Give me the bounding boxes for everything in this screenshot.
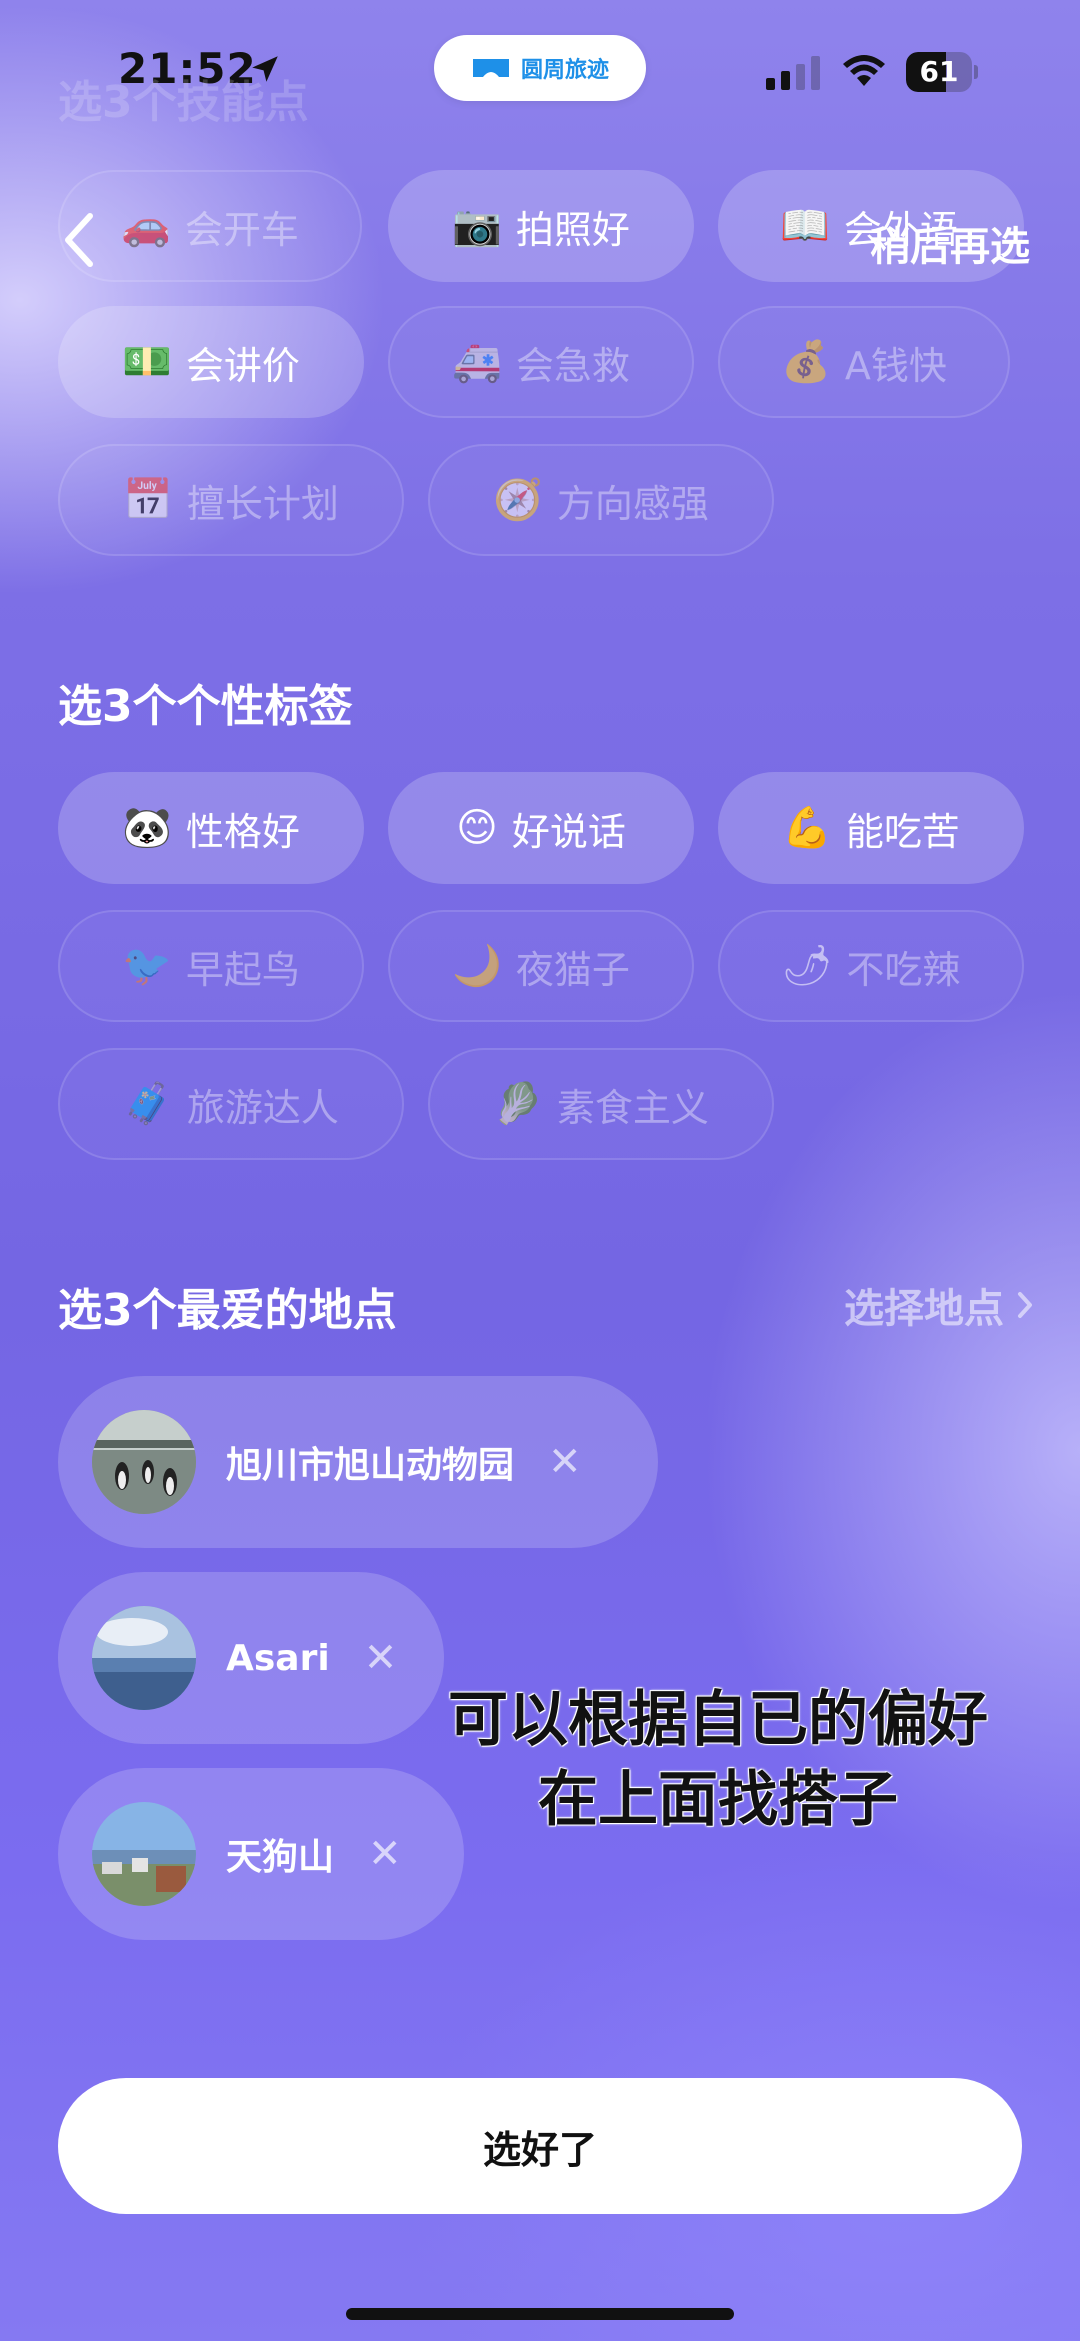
skill-chip-direction[interactable]: 🧭 方向感强 [428,444,774,556]
place-thumbnail [92,1802,196,1906]
tag-label: 能吃苦 [845,809,960,854]
tag-label: 素食主义 [556,1085,709,1130]
car-icon: 🚗 [121,203,171,249]
remove-place-icon[interactable]: ✕ [368,1831,402,1877]
moon-icon: 🌙 [452,943,502,989]
skills-section-title: 选3个技能点 [58,77,309,128]
muscle-icon: 💪 [782,805,832,851]
place-thumbnail [92,1606,196,1710]
skill-label: 会讲价 [185,343,300,388]
skill-chip-first-aid[interactable]: 🚑 会急救 [388,306,694,418]
tag-label: 旅游达人 [186,1085,339,1130]
tag-chip-early-bird[interactable]: 🐦 早起鸟 [58,910,364,1022]
chevron-right-icon [1018,1292,1032,1318]
skill-label: 拍照好 [515,207,630,252]
chili-icon: 🌶 [781,943,833,989]
ambulance-icon: 🚑 [452,339,502,385]
overlay-caption-line2: 在上面找搭子 [538,1765,898,1835]
tag-label: 性格好 [185,809,300,854]
remove-place-icon[interactable]: ✕ [364,1635,398,1681]
skill-label: 会急救 [515,343,630,388]
skill-chip-photo[interactable]: 📷 拍照好 [388,170,694,282]
panda-icon: 🐼 [122,805,172,851]
home-indicator[interactable] [346,2308,734,2320]
skip-later-button[interactable]: 稍后再选 [870,214,1030,272]
overlay-caption-line1: 可以根据自已的偏好 [448,1685,988,1755]
bird-icon: 🐦 [122,943,172,989]
brand-name: 圆周旅迹 [520,58,609,83]
skill-chip-split-bill[interactable]: 💰 A钱快 [718,306,1010,418]
skill-label: A钱快 [844,343,947,388]
skill-label: 方向感强 [556,481,709,526]
wifi-icon [843,55,885,86]
cellular-signal-icon [766,56,820,90]
places-section-title: 选3个最爱的地点 [58,1285,397,1336]
skill-chip-planning[interactable]: 📅 擅长计划 [58,444,404,556]
skill-label: 会开车 [184,207,299,252]
place-name: 旭川市旭山动物园 [226,1445,515,1486]
battery-level: 61 [919,55,959,88]
place-chip-asari[interactable]: Asari ✕ [58,1572,444,1744]
tag-chip-hardworking[interactable]: 💪 能吃苦 [718,772,1024,884]
tag-chip-travel-expert[interactable]: 🧳 旅游达人 [58,1048,404,1160]
tag-label: 不吃辣 [846,947,961,992]
tag-chip-good-temper[interactable]: 🐼 性格好 [58,772,364,884]
skill-label: 擅长计划 [186,481,339,526]
calendar-icon: 📅 [123,477,173,523]
leafy-green-icon: 🥬 [493,1081,543,1127]
tag-label: 好说话 [511,809,626,854]
personality-section-title: 选3个个性标签 [58,681,353,732]
place-chip-asahiyama-zoo[interactable]: 旭川市旭山动物园 ✕ [58,1376,658,1548]
place-chip-tenguyama[interactable]: 天狗山 ✕ [58,1768,464,1940]
compass-icon: 🧭 [493,477,543,523]
tag-chip-night-owl[interactable]: 🌙 夜猫子 [388,910,694,1022]
place-thumbnail [92,1410,196,1514]
smile-icon: 😊 [456,805,498,851]
overlay-caption: 可以根据自已的偏好 在上面找搭子 [408,1680,1028,1840]
remove-place-icon[interactable]: ✕ [548,1439,582,1485]
tag-chip-no-spicy[interactable]: 🌶 不吃辣 [718,910,1024,1022]
money-bag-icon: 💰 [781,339,831,385]
book-icon: 📖 [780,203,830,249]
select-place-link[interactable]: 选择地点 [844,1276,1034,1334]
place-name: Asari [226,1637,330,1679]
money-icon: 💵 [122,339,172,385]
dynamic-island-app-badge[interactable]: 圆周旅迹 [434,35,646,101]
skill-chip-bargain[interactable]: 💵 会讲价 [58,306,364,418]
tag-label: 夜猫子 [515,947,630,992]
tag-label: 早起鸟 [185,947,300,992]
battery-indicator: 61 [906,52,978,92]
select-place-label: 选择地点 [844,1286,1004,1332]
place-name: 天狗山 [226,1837,335,1878]
skill-chip-drive[interactable]: 🚗 会开车 [58,170,362,282]
camera-icon: 📷 [452,203,502,249]
confirm-button[interactable]: 选好了 [58,2078,1022,2214]
brand-logo-icon [472,59,509,77]
tag-chip-easygoing[interactable]: 😊 好说话 [388,772,694,884]
suitcase-icon: 🧳 [123,1081,173,1127]
tag-chip-vegetarian[interactable]: 🥬 素食主义 [428,1048,774,1160]
